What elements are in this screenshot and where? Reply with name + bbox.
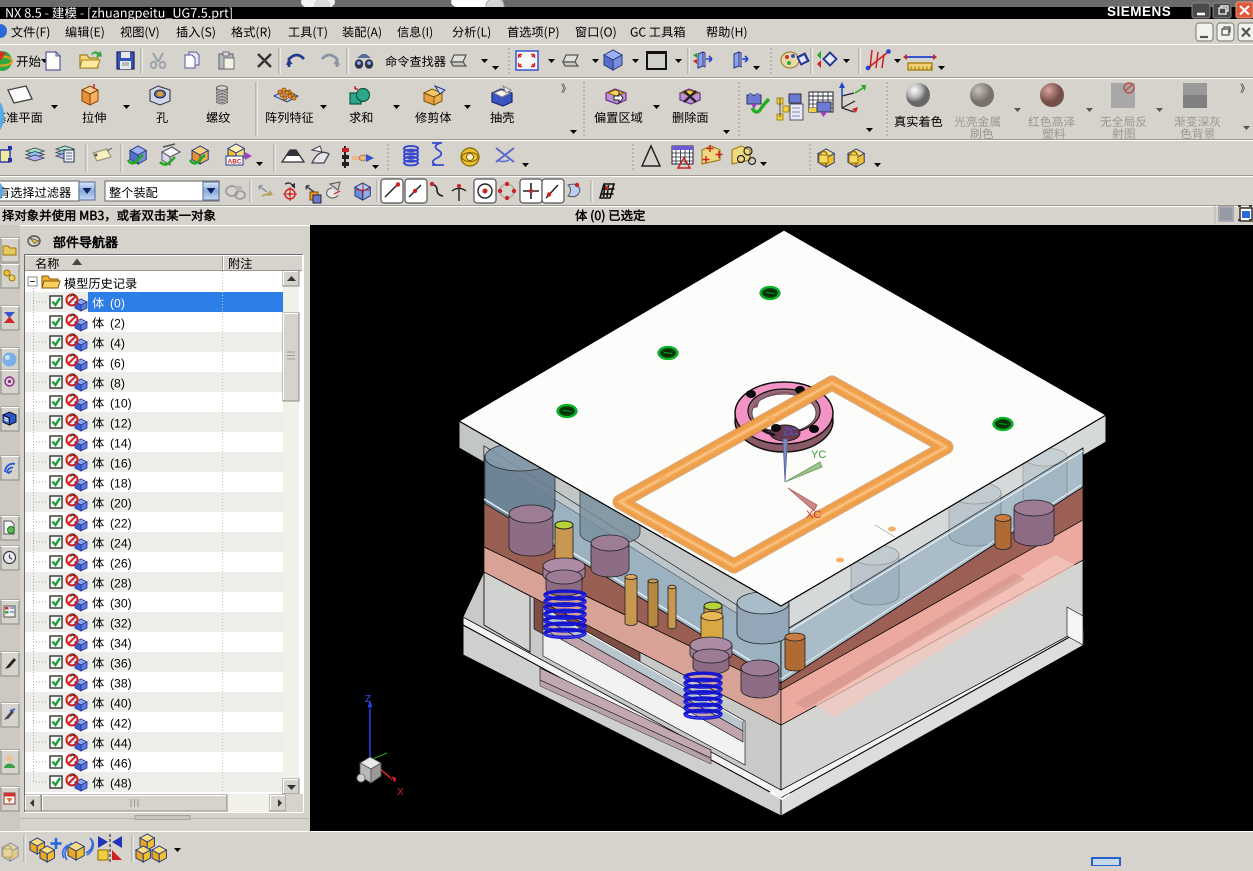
svg-text:(0): (0) <box>110 297 125 311</box>
svg-text:ABC: ABC <box>228 159 242 166</box>
svg-text:ZC: ZC <box>783 426 798 438</box>
svg-text:(34): (34) <box>110 637 132 651</box>
svg-text:(42): (42) <box>110 717 132 731</box>
svg-text:(8): (8) <box>110 377 125 391</box>
svg-text:(46): (46) <box>110 757 132 771</box>
svg-text:(18): (18) <box>110 477 132 491</box>
svg-text:(22): (22) <box>110 517 132 531</box>
svg-text:X: X <box>397 787 404 798</box>
svg-text:(30): (30) <box>110 597 132 611</box>
svg-text:(28): (28) <box>110 577 132 591</box>
svg-text:Z: Z <box>365 694 371 705</box>
svg-text:XC: XC <box>806 509 821 521</box>
svg-text:(14): (14) <box>110 437 132 451</box>
svg-text:(20): (20) <box>110 497 132 511</box>
svg-text:(2): (2) <box>110 317 125 331</box>
svg-text:(26): (26) <box>110 557 132 571</box>
svg-text:(40): (40) <box>110 697 132 711</box>
svg-text:(12): (12) <box>110 417 132 431</box>
svg-text:(4): (4) <box>110 337 125 351</box>
svg-text:(6): (6) <box>110 357 125 371</box>
svg-text:(44): (44) <box>110 737 132 751</box>
svg-text:SIEMENS: SIEMENS <box>1107 4 1171 19</box>
svg-text:(38): (38) <box>110 677 132 691</box>
svg-text:(36): (36) <box>110 657 132 671</box>
svg-text:(48): (48) <box>110 777 132 791</box>
svg-text:(10): (10) <box>110 397 132 411</box>
svg-text:(32): (32) <box>110 617 132 631</box>
svg-text:(16): (16) <box>110 457 132 471</box>
svg-text:YC: YC <box>811 449 826 461</box>
svg-text:(24): (24) <box>110 537 132 551</box>
